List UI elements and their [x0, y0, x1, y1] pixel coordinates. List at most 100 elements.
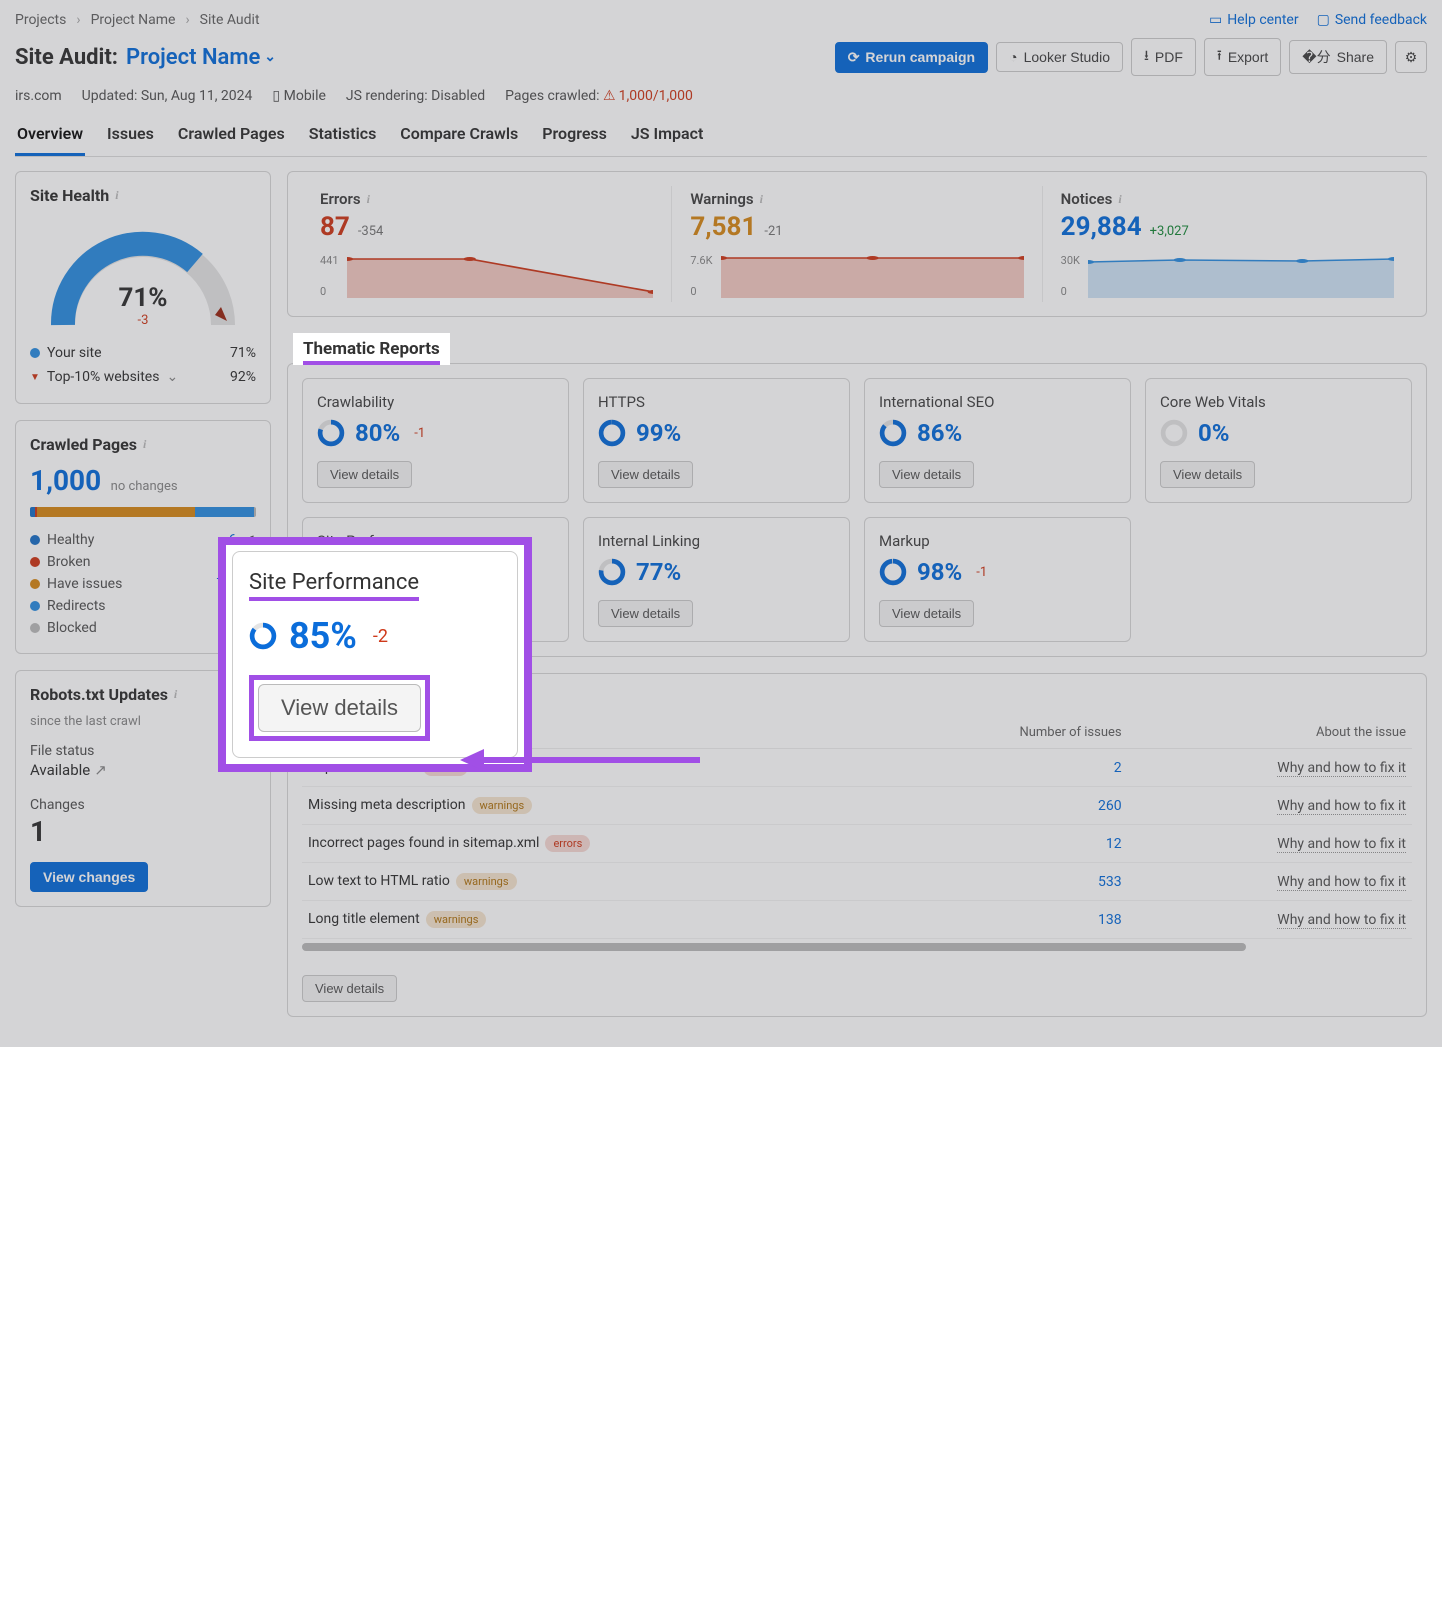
info-icon[interactable]: i — [143, 437, 146, 452]
summary-delta: -354 — [358, 224, 384, 239]
thematic-card-title: Markup — [879, 532, 1116, 550]
domain-label: irs.com — [15, 88, 62, 104]
mobile-icon: ▯ — [272, 88, 280, 104]
view-changes-button[interactable]: View changes — [30, 862, 148, 892]
device-label: ▯ Mobile — [272, 88, 326, 104]
site-performance-callout: Site Performance 85% -2 View details — [218, 537, 532, 772]
tab-js-impact[interactable]: JS Impact — [629, 114, 705, 156]
pages-crawled: Pages crawled: ⚠1,000/1,000 — [505, 88, 693, 104]
tab-progress[interactable]: Progress — [540, 114, 609, 156]
robots-title: Robots.txt Updates — [30, 685, 168, 704]
view-details-button[interactable]: View details — [879, 461, 974, 488]
changes-label: Changes — [30, 797, 256, 813]
summary-value: 7,581 — [690, 212, 756, 242]
breadcrumb-projects[interactable]: Projects — [15, 12, 66, 28]
thematic-pct: 99% — [636, 419, 681, 447]
share-button[interactable]: �分 Share — [1289, 40, 1387, 74]
thematic-card-title: Core Web Vitals — [1160, 393, 1397, 411]
tab-overview[interactable]: Overview — [15, 114, 85, 156]
ring-icon — [598, 419, 626, 447]
pdf-button[interactable]: ⭳ PDF — [1131, 38, 1196, 76]
tab-statistics[interactable]: Statistics — [307, 114, 379, 156]
thematic-card-title: HTTPS — [598, 393, 835, 411]
fix-link[interactable]: Why and how to fix it — [1277, 912, 1406, 929]
crawled-note: no changes — [111, 479, 178, 494]
callout-delta: -2 — [373, 626, 388, 647]
ring-icon — [1160, 419, 1188, 447]
fix-link[interactable]: Why and how to fix it — [1277, 836, 1406, 853]
spark-top: 7.6K — [690, 254, 712, 267]
view-details-button[interactable]: View details — [317, 461, 412, 488]
settings-button[interactable]: ⚙ — [1395, 41, 1427, 73]
project-selector[interactable]: Project Name ⌄ — [126, 45, 276, 70]
spark-bottom: 0 — [690, 285, 712, 298]
js-rendering-label: JS rendering: Disabled — [346, 88, 485, 104]
crawled-pages-bar — [30, 507, 256, 517]
callout-title: Site Performance — [249, 570, 419, 601]
info-icon[interactable]: i — [760, 192, 763, 207]
view-details-button[interactable]: View details — [879, 600, 974, 627]
help-center-link[interactable]: ▭ Help center — [1209, 12, 1299, 28]
issue-count[interactable]: 2 — [897, 749, 1128, 787]
looker-label: Looker Studio — [1024, 49, 1110, 65]
fix-link[interactable]: Why and how to fix it — [1277, 798, 1406, 815]
crawled-total: 1,000 — [30, 464, 101, 497]
summary-title: Errors — [320, 190, 361, 208]
issue-count[interactable]: 260 — [897, 787, 1128, 825]
spark-top: 30K — [1061, 254, 1080, 267]
chat-icon: ▢ — [1317, 12, 1330, 28]
fix-link[interactable]: Why and how to fix it — [1277, 760, 1406, 777]
summary-card: Errors i 87-354 4410 Warnings i 7,581-21… — [287, 171, 1427, 317]
legend-dot — [30, 623, 40, 633]
issue-count[interactable]: 138 — [897, 901, 1128, 939]
legend-dot — [30, 348, 40, 358]
info-icon[interactable]: i — [1118, 192, 1121, 207]
thematic-crawlability: Crawlability 80% -1 View details — [302, 378, 569, 503]
summary-warnings: Warnings i 7,581-21 7.6K0 — [671, 186, 1041, 302]
callout-view-details-button[interactable]: View details — [258, 684, 421, 732]
issue-name: Incorrect pages found in sitemap.xml — [308, 835, 539, 851]
issue-count[interactable]: 12 — [897, 825, 1128, 863]
rerun-label: Rerun campaign — [865, 49, 975, 65]
callout-pct: 85% — [289, 615, 357, 657]
info-icon[interactable]: i — [115, 188, 118, 203]
thematic-card-title: Internal Linking — [598, 532, 835, 550]
device-text: Mobile — [284, 88, 326, 104]
issue-row: Incorrect pages found in sitemap.xmlerro… — [302, 825, 1412, 863]
legend-dot — [30, 557, 40, 567]
breadcrumb-current: Site Audit — [200, 12, 260, 28]
file-status-text: Available — [30, 761, 90, 779]
fix-link[interactable]: Why and how to fix it — [1277, 874, 1406, 891]
summary-value: 29,884 — [1061, 212, 1142, 242]
issue-row: Low text to HTML ratiowarnings 533 Why a… — [302, 863, 1412, 901]
view-details-button[interactable]: View details — [1160, 461, 1255, 488]
export-button[interactable]: ⭱ Export — [1204, 38, 1281, 76]
legend-dot — [30, 601, 40, 611]
legend-value: 71% — [230, 345, 256, 361]
send-feedback-link[interactable]: ▢ Send feedback — [1317, 12, 1427, 28]
crawled-row-label: Broken — [47, 554, 90, 570]
rerun-campaign-button[interactable]: ⟳ Rerun campaign — [835, 42, 988, 73]
site-health-gauge: 71% -3 — [43, 215, 243, 335]
view-details-button[interactable]: View details — [598, 461, 693, 488]
breadcrumb-project-name[interactable]: Project Name — [91, 12, 176, 28]
tab-crawled-pages[interactable]: Crawled Pages — [176, 114, 287, 156]
thematic-pct: 86% — [917, 419, 962, 447]
tab-issues[interactable]: Issues — [105, 114, 156, 156]
updated-label: Updated: Sun, Aug 11, 2024 — [82, 88, 253, 104]
looker-icon: ◔ — [1009, 49, 1017, 65]
view-details-button[interactable]: View details — [302, 975, 397, 1002]
info-icon[interactable]: i — [367, 192, 370, 207]
horizontal-scrollbar[interactable] — [302, 943, 1246, 951]
tab-compare-crawls[interactable]: Compare Crawls — [398, 114, 520, 156]
thematic-pct: 98% — [917, 558, 962, 586]
upload-icon: ⭱ — [1217, 45, 1222, 69]
info-icon[interactable]: i — [174, 687, 177, 702]
summary-errors: Errors i 87-354 4410 — [302, 186, 671, 302]
view-details-button[interactable]: View details — [598, 600, 693, 627]
chevron-down-icon[interactable]: ⌄ — [166, 369, 178, 385]
looker-studio-button[interactable]: ◔ Looker Studio — [996, 42, 1123, 72]
issue-count[interactable]: 533 — [897, 863, 1128, 901]
thematic-https: HTTPS 99% View details — [583, 378, 850, 503]
thematic-card-title: International SEO — [879, 393, 1116, 411]
